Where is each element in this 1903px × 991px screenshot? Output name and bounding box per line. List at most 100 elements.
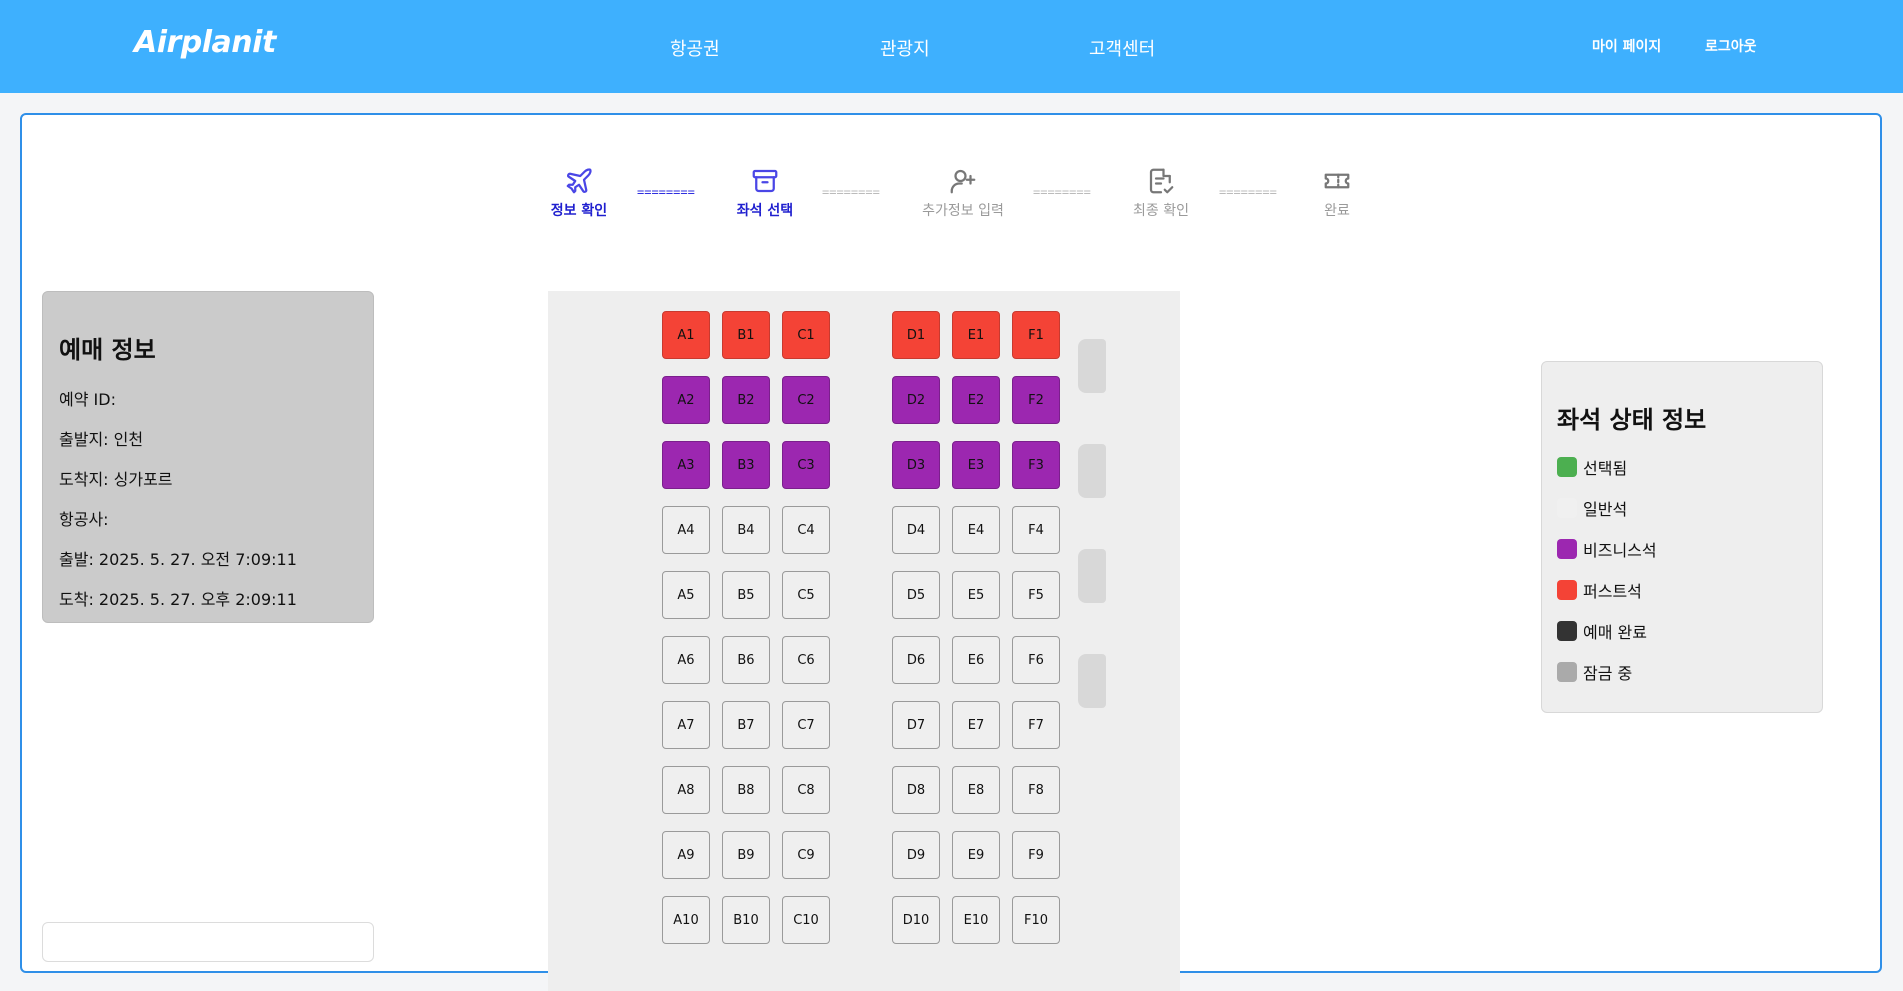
seat-F2[interactable]: F2 [1012, 376, 1060, 424]
seat-A1[interactable]: A1 [662, 311, 710, 359]
seat-B3[interactable]: B3 [722, 441, 770, 489]
top-header: Airplanit 항공권 관광지 고객센터 마이 페이지 로그아웃 [0, 0, 1903, 93]
seat-C9[interactable]: C9 [782, 831, 830, 879]
seat-B4[interactable]: B4 [722, 506, 770, 554]
legend-item: 퍼스트석 [1557, 579, 1642, 601]
legend-swatch [1557, 580, 1577, 600]
seat-B5[interactable]: B5 [722, 571, 770, 619]
seat-F8[interactable]: F8 [1012, 766, 1060, 814]
seat-C1[interactable]: C1 [782, 311, 830, 359]
seat-C5[interactable]: C5 [782, 571, 830, 619]
seat-E6[interactable]: E6 [952, 636, 1000, 684]
seat-A3[interactable]: A3 [662, 441, 710, 489]
archive-box-icon [752, 169, 778, 193]
seat-F7[interactable]: F7 [1012, 701, 1060, 749]
seat-E5[interactable]: E5 [952, 571, 1000, 619]
seat-D10[interactable]: D10 [892, 896, 940, 944]
departure-place: 출발지: 인천 [59, 430, 144, 449]
step-connector: ======== [637, 185, 695, 199]
seat-D4[interactable]: D4 [892, 506, 940, 554]
step-label: 완료 [1324, 203, 1350, 219]
seat-E3[interactable]: E3 [952, 441, 1000, 489]
seat-C2[interactable]: C2 [782, 376, 830, 424]
seat-B1[interactable]: B1 [722, 311, 770, 359]
window [1078, 339, 1106, 393]
seat-E4[interactable]: E4 [952, 506, 1000, 554]
legend-title: 좌석 상태 정보 [1557, 406, 1707, 434]
legend-label: 일반석 [1583, 500, 1628, 519]
logout-link[interactable]: 로그아웃 [1705, 36, 1757, 56]
seat-F3[interactable]: F3 [1012, 441, 1060, 489]
legend-label: 퍼스트석 [1583, 582, 1642, 601]
seat-D9[interactable]: D9 [892, 831, 940, 879]
seat-C3[interactable]: C3 [782, 441, 830, 489]
seat-B10[interactable]: B10 [722, 896, 770, 944]
document-check-icon [1149, 168, 1174, 194]
legend-item: 잠금 중 [1557, 661, 1632, 683]
legend-swatch [1557, 621, 1577, 641]
legend-item: 비즈니스석 [1557, 538, 1657, 560]
seat-C4[interactable]: C4 [782, 506, 830, 554]
legend-label: 예매 완료 [1583, 623, 1647, 642]
seat-B2[interactable]: B2 [722, 376, 770, 424]
seat-E1[interactable]: E1 [952, 311, 1000, 359]
seat-D5[interactable]: D5 [892, 571, 940, 619]
seat-C8[interactable]: C8 [782, 766, 830, 814]
window [1078, 549, 1106, 603]
nav-customer-center[interactable]: 고객센터 [1089, 35, 1155, 61]
step-connector: ======== [822, 185, 880, 199]
seat-F1[interactable]: F1 [1012, 311, 1060, 359]
seat-D6[interactable]: D6 [892, 636, 940, 684]
my-page-link[interactable]: 마이 페이지 [1592, 36, 1661, 56]
booking-info-panel: 예매 정보 예약 ID: 출발지: 인천 도착지: 싱가포르 항공사: 출발: … [42, 291, 374, 623]
bottom-card [42, 922, 374, 962]
seat-F4[interactable]: F4 [1012, 506, 1060, 554]
nav-flights[interactable]: 항공권 [670, 35, 720, 61]
legend-swatch [1557, 539, 1577, 559]
window [1078, 654, 1106, 708]
step-seat-select: 좌석 선택 [710, 166, 820, 220]
seat-A6[interactable]: A6 [662, 636, 710, 684]
seat-A7[interactable]: A7 [662, 701, 710, 749]
legend-label: 잠금 중 [1583, 664, 1633, 683]
seat-E8[interactable]: E8 [952, 766, 1000, 814]
seat-D3[interactable]: D3 [892, 441, 940, 489]
seat-B6[interactable]: B6 [722, 636, 770, 684]
seat-D1[interactable]: D1 [892, 311, 940, 359]
seat-F6[interactable]: F6 [1012, 636, 1060, 684]
seat-F9[interactable]: F9 [1012, 831, 1060, 879]
step-final-check: 최종 확인 [1106, 166, 1216, 220]
seat-A9[interactable]: A9 [662, 831, 710, 879]
step-label: 좌석 선택 [736, 203, 794, 219]
seat-F10[interactable]: F10 [1012, 896, 1060, 944]
seat-B9[interactable]: B9 [722, 831, 770, 879]
seat-D8[interactable]: D8 [892, 766, 940, 814]
seat-D2[interactable]: D2 [892, 376, 940, 424]
seat-B8[interactable]: B8 [722, 766, 770, 814]
seat-F5[interactable]: F5 [1012, 571, 1060, 619]
seat-A5[interactable]: A5 [662, 571, 710, 619]
step-label: 추가정보 입력 [922, 203, 1004, 219]
seat-E10[interactable]: E10 [952, 896, 1000, 944]
seat-B7[interactable]: B7 [722, 701, 770, 749]
reservation-id: 예약 ID: [59, 390, 116, 409]
seat-legend-panel: 좌석 상태 정보 선택됨 일반석 비즈니스석 퍼스트석 예매 완료 잠금 중 [1541, 361, 1823, 713]
seat-D7[interactable]: D7 [892, 701, 940, 749]
step-label: 정보 확인 [550, 203, 608, 219]
seat-E2[interactable]: E2 [952, 376, 1000, 424]
seat-C10[interactable]: C10 [782, 896, 830, 944]
seat-E7[interactable]: E7 [952, 701, 1000, 749]
step-info-check: 정보 확인 [524, 166, 634, 220]
logo[interactable]: Airplanit [134, 25, 276, 60]
nav-attractions[interactable]: 관광지 [880, 35, 930, 61]
seat-E9[interactable]: E9 [952, 831, 1000, 879]
seat-C7[interactable]: C7 [782, 701, 830, 749]
seat-A4[interactable]: A4 [662, 506, 710, 554]
legend-swatch [1557, 662, 1577, 682]
seat-A10[interactable]: A10 [662, 896, 710, 944]
airplane-icon [566, 168, 592, 194]
seat-A2[interactable]: A2 [662, 376, 710, 424]
seat-A8[interactable]: A8 [662, 766, 710, 814]
legend-item: 일반석 [1557, 497, 1627, 519]
seat-C6[interactable]: C6 [782, 636, 830, 684]
